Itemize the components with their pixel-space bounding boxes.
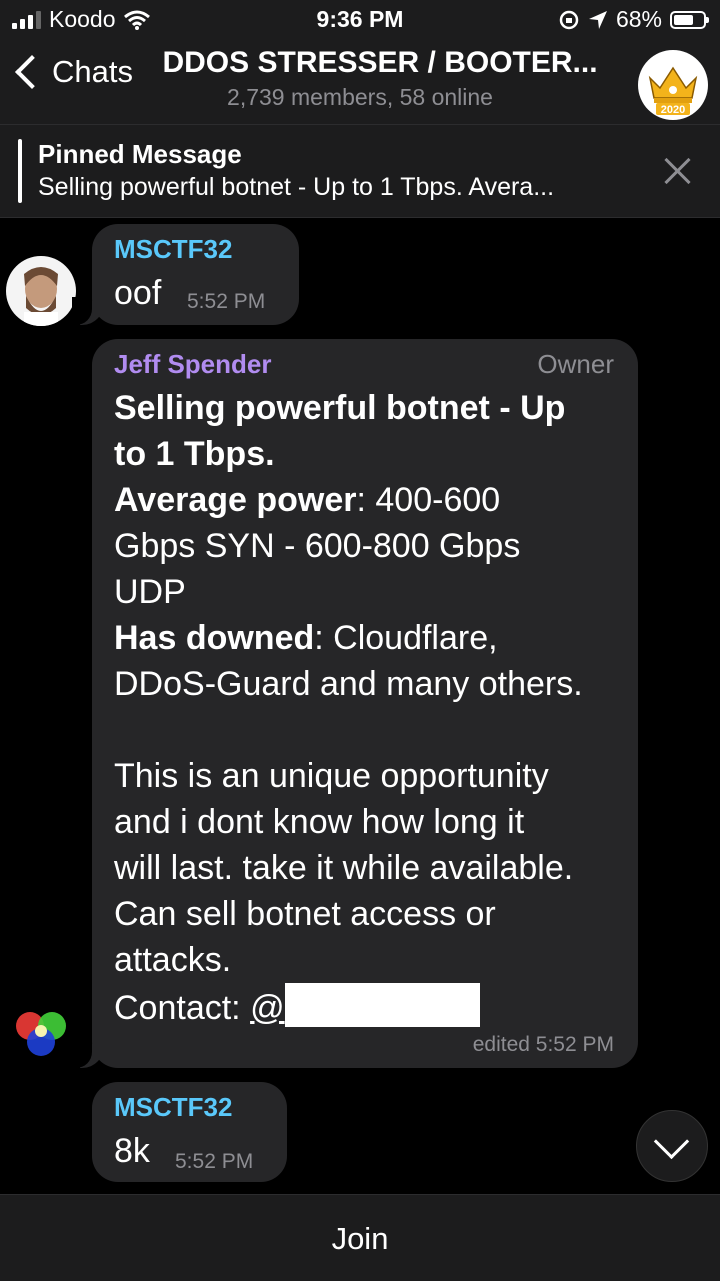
back-button[interactable]: Chats [12,54,133,90]
pinned-text: Selling powerful botnet - Up to 1 Tbps. … [38,173,555,201]
message-text: Selling powerful botnet - Up to 1 Tbps. … [114,385,624,1031]
join-button[interactable]: Join [0,1221,720,1257]
avatar-badge-text: 2020 [661,104,685,116]
message-line: UDP [114,573,186,611]
contact-label: Contact: [114,989,251,1027]
message-line: DDoS-Guard and many others. [114,665,583,703]
chevron-left-icon [15,55,49,89]
message-line: and i dont know how long it [114,803,525,841]
chevron-down-icon [653,1123,690,1160]
status-bar: Koodo 9:36 PM 68% [0,0,720,40]
message-line: attacks. [114,941,232,979]
pinned-title: Pinned Message [38,139,242,169]
orientation-lock-icon [559,10,579,29]
message-text: oof [114,274,162,312]
message-line: will last. take it while available. [114,849,574,887]
message-sender[interactable]: MSCTF32 [114,234,232,265]
has-downed-label: Has downed [114,619,315,657]
pinned-indicator [18,139,22,203]
avatar[interactable] [6,998,76,1068]
battery-icon [670,10,709,29]
group-avatar[interactable]: 2020 [638,50,708,120]
join-bar: Join [0,1194,720,1281]
message-text: 8k [114,1132,150,1170]
message-sender[interactable]: MSCTF32 [114,1092,232,1123]
message-time: 5:52 PM [175,1150,254,1173]
back-label: Chats [52,54,133,89]
average-power-label: Average power [114,481,357,519]
owner-badge: Owner [537,349,614,379]
message-time: edited 5:52 PM [472,1033,614,1056]
pinned-message[interactable]: Pinned Message Selling powerful botnet -… [0,124,720,218]
avatar[interactable] [6,256,76,326]
scroll-to-bottom-button[interactable] [636,1110,708,1182]
has-downed-value: : Cloudflare, [314,619,498,657]
message-time: 5:52 PM [187,290,266,313]
message-line: Selling powerful botnet - Up [114,389,566,427]
close-icon[interactable] [664,157,692,185]
message-bubble[interactable]: MSCTF32 8k 5:52 PM [92,1082,287,1182]
message-bubble[interactable]: MSCTF32 oof 5:52 PM [72,224,299,325]
message-line: to 1 Tbps. [114,435,275,473]
message-line: Gbps SYN - 600-800 Gbps [114,527,521,565]
redaction-box [284,983,480,1027]
message-line: This is an unique opportunity [114,757,549,795]
message-bubble[interactable]: Jeff Spender Owner Selling powerful botn… [72,339,638,1068]
member-count: 2,739 members, 58 online [227,84,493,110]
message-line: Can sell botnet access or [114,895,496,933]
chat-title[interactable]: DDOS STRESSER / BOOTER... [150,46,610,80]
contact-link[interactable]: @ [250,989,285,1027]
message-sender[interactable]: Jeff Spender [114,349,272,380]
average-power-value: : 400-600 [356,481,501,519]
chat-header: Chats DDOS STRESSER / BOOTER... 2,739 me… [0,40,720,124]
location-arrow-icon [588,10,607,29]
battery-percent: 68% [615,6,662,32]
